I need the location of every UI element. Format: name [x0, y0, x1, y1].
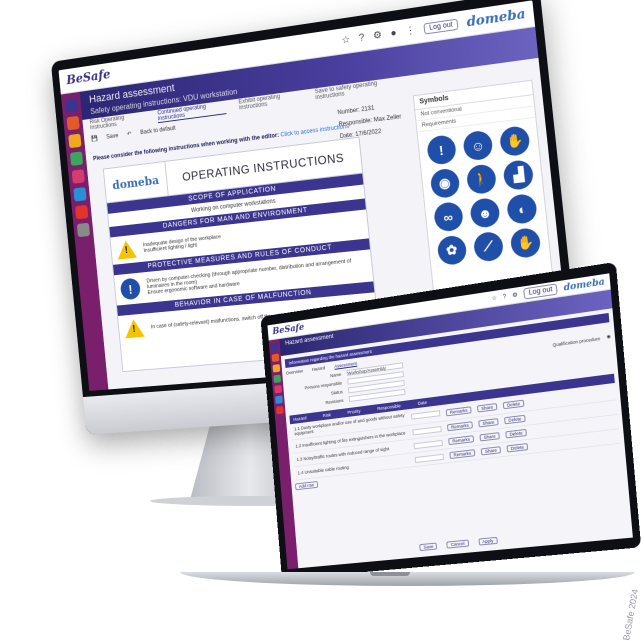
laptop-logout-button[interactable]: Log out — [523, 283, 559, 300]
laptop-nav-people-icon[interactable] — [273, 374, 282, 384]
star-icon[interactable]: ☆ — [341, 34, 351, 46]
meta-block: Number: 2131 Responsible: Max Zeller Dat… — [337, 99, 403, 143]
help-icon[interactable]: ? — [358, 32, 365, 44]
laptop-brand-logo: BeSafe — [272, 322, 305, 337]
hand-wash-icon[interactable]: ✿ — [436, 234, 468, 266]
laptop-screen: BeSafe ☆ ? ⚙ Log out domeba Hazard asses… — [267, 273, 633, 570]
laptop-nav-incident-icon[interactable] — [275, 405, 284, 415]
safety-boots-icon[interactable]: ▟ — [502, 158, 535, 192]
row-share-button[interactable]: Share — [479, 432, 500, 442]
goggles-icon[interactable]: ∞ — [432, 201, 464, 233]
nav-settings-icon[interactable] — [76, 222, 91, 238]
row-remarks-button[interactable]: Remarks — [445, 405, 472, 416]
nav-home-icon[interactable] — [64, 97, 79, 113]
laptop-tab-hazard[interactable]: Hazard — [312, 365, 326, 372]
row-risk-field[interactable] — [412, 425, 442, 435]
nav-hazard-icon[interactable] — [71, 169, 85, 184]
row-risk-field[interactable] — [411, 410, 441, 420]
row-delete-button[interactable]: Delete — [504, 414, 526, 425]
row-share-button[interactable]: Share — [476, 402, 498, 412]
laptop-tab-assessment[interactable]: Assessment — [334, 361, 357, 369]
symbols-grid: ! ☺ ✋ ◉ 🚶 ▟ ∞ ☻ ◐ ✿ ⟋ ✋ — [418, 118, 551, 273]
nav-people-icon[interactable] — [69, 151, 84, 166]
add-row-button[interactable]: Add row — [294, 481, 318, 491]
row-remarks-button[interactable]: Remarks — [446, 421, 473, 432]
laptop-nav-hazard-icon[interactable] — [274, 384, 283, 394]
laptop-content: Information regarding the hazard assessm… — [284, 312, 629, 564]
warning-icon — [116, 239, 138, 260]
mandatory-sign-icon: ! — [119, 277, 142, 301]
logout-button[interactable]: Log out — [423, 18, 459, 35]
row-remarks-button[interactable]: Remarks — [449, 449, 476, 460]
laptop-nav-tasks-icon[interactable] — [271, 353, 280, 363]
face-shield-icon[interactable]: ☺ — [462, 129, 494, 162]
nav-training-icon[interactable] — [73, 186, 87, 202]
row-share-button[interactable]: Share — [480, 446, 502, 456]
row-remarks-button[interactable]: Remarks — [448, 435, 475, 446]
row-share-button[interactable]: Share — [478, 418, 499, 428]
col-date: Date — [417, 399, 428, 406]
footer-cancel-button[interactable]: Cancel — [446, 539, 469, 549]
mandatory-general-icon[interactable]: ! — [425, 134, 457, 166]
laptop-nav-training-icon[interactable] — [275, 395, 283, 404]
nav-tasks-icon[interactable] — [66, 115, 80, 131]
glove-hand-icon[interactable]: ✋ — [509, 227, 542, 259]
save-icon[interactable]: 💾 — [91, 135, 98, 142]
footer-apply-button[interactable]: Apply — [477, 536, 498, 546]
back-label[interactable]: Back to default — [140, 125, 176, 135]
domeba-logo: domeba — [465, 6, 527, 31]
pedestrian-icon[interactable]: 🚶 — [465, 163, 498, 196]
laptop-nav-docs-icon[interactable] — [272, 363, 281, 373]
settings-icon[interactable]: ⚙ — [373, 30, 383, 42]
footer-save-button[interactable]: Save — [419, 542, 438, 552]
laptop-lid: BeSafe ☆ ? ⚙ Log out domeba Hazard asses… — [260, 261, 642, 580]
laptop-notch — [370, 572, 410, 576]
nav-incident-icon[interactable] — [75, 204, 89, 220]
save-label[interactable]: Save — [106, 133, 118, 140]
col-risk: Risk — [322, 412, 332, 419]
row-risk-field[interactable] — [414, 453, 445, 463]
row-risk-field[interactable] — [413, 439, 443, 449]
eye-protection-icon[interactable]: ◉ — [429, 167, 461, 200]
laptop-footer: Save Cancel Apply — [301, 524, 628, 562]
brand-logo: BeSafe — [65, 67, 112, 88]
doc-logo: domeba — [103, 161, 169, 203]
gloves-icon[interactable]: ✋ — [499, 124, 532, 158]
col-priority: Priority — [347, 408, 361, 415]
row-delete-button[interactable]: Delete — [506, 443, 529, 453]
nav-docs-icon[interactable] — [68, 133, 82, 149]
laptop-nav-home-icon[interactable] — [270, 343, 279, 352]
handrail-icon[interactable]: ⟋ — [472, 230, 505, 263]
undo-icon[interactable]: ↶ — [127, 131, 132, 138]
visor-icon[interactable]: ◐ — [506, 192, 539, 225]
warning-icon — [123, 318, 145, 339]
notification-icon[interactable]: ● — [390, 28, 397, 40]
qualification-toggle-icon[interactable]: ◉ — [606, 334, 611, 341]
more-icon[interactable]: ⋮ — [405, 25, 416, 37]
col-hazard: Hazard — [293, 415, 307, 422]
row-delete-button[interactable]: Delete — [502, 399, 525, 409]
laptop-tab-overview[interactable]: Overview — [286, 368, 303, 375]
laptop-star-icon[interactable]: ☆ — [491, 295, 497, 303]
laptop-help-icon[interactable]: ? — [503, 294, 507, 301]
watermark-text: BeSafe 2024 — [621, 588, 640, 641]
row-delete-button[interactable]: Delete — [505, 428, 527, 439]
mask-icon[interactable]: ☻ — [469, 197, 501, 229]
laptop-settings-icon[interactable]: ⚙ — [512, 291, 518, 299]
